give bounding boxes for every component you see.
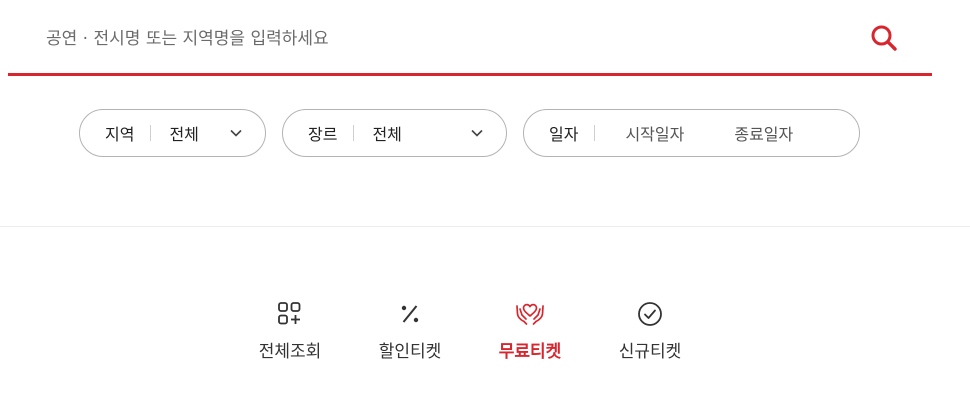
region-filter[interactable]: 지역 전체	[79, 109, 266, 157]
heart-hands-icon	[516, 303, 544, 325]
start-date-field[interactable]: 시작일자	[625, 121, 684, 145]
region-filter-divider	[150, 125, 152, 141]
category-label: 전체조회	[258, 342, 322, 362]
category-free[interactable]: 무료티켓	[480, 300, 580, 362]
genre-filter[interactable]: 장르 전체	[282, 109, 507, 157]
end-date-field[interactable]: 종료일자	[734, 121, 793, 145]
category-discount[interactable]: 할인티켓	[360, 300, 460, 362]
date-filter-label: 일자	[549, 125, 579, 144]
category-all[interactable]: 전체조회	[240, 300, 340, 362]
search-input[interactable]	[44, 22, 848, 56]
percent-icon	[401, 305, 419, 323]
region-filter-label: 지역	[105, 125, 135, 144]
section-divider	[0, 226, 970, 227]
search-bar	[8, 0, 932, 76]
genre-filter-label: 장르	[308, 125, 338, 144]
check-circle-icon	[638, 302, 662, 326]
category-label: 할인티켓	[378, 342, 442, 362]
category-label: 신규티켓	[618, 342, 682, 362]
date-filter: 일자 시작일자 종료일자	[523, 109, 860, 157]
search-button[interactable]	[868, 22, 900, 54]
category-label: 무료티켓	[498, 342, 562, 362]
chevron-down-icon	[230, 129, 242, 137]
category-new[interactable]: 신규티켓	[600, 300, 700, 362]
chevron-down-icon	[471, 129, 483, 137]
genre-filter-value: 전체	[372, 125, 402, 144]
region-filter-value: 전체	[169, 125, 199, 144]
date-filter-divider	[594, 125, 596, 141]
search-icon	[871, 25, 897, 51]
genre-filter-divider	[353, 125, 355, 141]
grid-plus-icon	[278, 302, 301, 325]
